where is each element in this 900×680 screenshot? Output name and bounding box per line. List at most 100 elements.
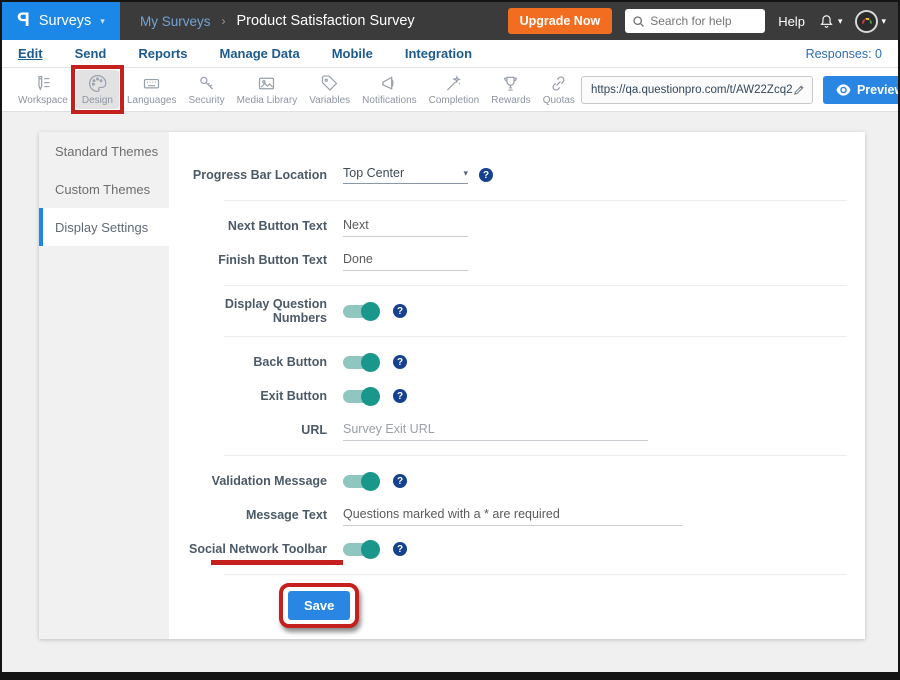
toolbar-label: Completion: [429, 95, 480, 106]
save-button[interactable]: Save: [288, 591, 350, 620]
nav-items: Edit Send Reports Manage Data Mobile Int…: [18, 46, 472, 61]
toolbar-item-quotas[interactable]: Quotas: [537, 70, 581, 109]
sidebar-item-standard-themes[interactable]: Standard Themes: [39, 132, 169, 170]
eye-icon: [836, 84, 851, 96]
themes-sidebar: Standard Themes Custom Themes Display Se…: [39, 132, 169, 639]
chevron-down-icon: ▾: [463, 169, 468, 178]
page-title: Product Satisfaction Survey: [237, 13, 415, 29]
exit-url-row: URL: [169, 413, 847, 447]
help-icon[interactable]: ?: [479, 168, 493, 182]
nav-tab-edit[interactable]: Edit: [18, 46, 43, 61]
app-menu-label: Surveys: [39, 13, 91, 29]
link-icon: [548, 73, 569, 94]
display-question-numbers-toggle[interactable]: [343, 305, 377, 318]
help-icon[interactable]: ?: [393, 355, 407, 369]
field-label: Display Question Numbers: [169, 297, 327, 325]
toolbar-label: Workspace: [18, 95, 68, 106]
divider: [224, 285, 847, 286]
help-icon[interactable]: ?: [393, 304, 407, 318]
field-label: Social Network Toolbar: [169, 542, 327, 556]
back-button-row: Back Button ?: [169, 345, 847, 379]
progress-bar-location-row: Progress Bar Location Top Center ▾ ?: [169, 158, 847, 192]
field-label: Progress Bar Location: [169, 168, 327, 182]
nav-tab-reports[interactable]: Reports: [138, 46, 187, 61]
tag-icon: [319, 73, 340, 94]
help-icon[interactable]: ?: [393, 542, 407, 556]
next-button-text-input[interactable]: [343, 216, 468, 237]
design-annotation-wrap: Design: [76, 70, 119, 109]
toolbar-label: Variables: [309, 95, 350, 106]
preview-button[interactable]: Preview: [823, 76, 900, 104]
annotation-red-underline: [211, 560, 343, 565]
help-icon[interactable]: ?: [393, 389, 407, 403]
breadcrumb-my-surveys[interactable]: My Surveys: [140, 14, 211, 29]
field-label: Finish Button Text: [169, 253, 327, 267]
selected-value: Top Center: [343, 166, 404, 180]
toolbar-item-security[interactable]: Security: [182, 70, 230, 109]
progress-bar-location-select[interactable]: Top Center ▾: [343, 166, 468, 184]
surveys-app-menu[interactable]: P Surveys ▾: [2, 2, 120, 40]
workspace-icon: [32, 73, 53, 94]
edit-url-button[interactable]: [792, 83, 806, 97]
divider: [224, 574, 847, 575]
social-network-toolbar-toggle[interactable]: [343, 543, 377, 556]
toolbar-label: Notifications: [362, 95, 416, 106]
field-label: Next Button Text: [169, 219, 327, 233]
trophy-icon: [500, 73, 521, 94]
toolbar-item-completion[interactable]: Completion: [423, 70, 486, 109]
palette-icon: [87, 73, 108, 94]
exit-button-row: Exit Button ?: [169, 379, 847, 413]
nav-tab-manage-data[interactable]: Manage Data: [219, 46, 299, 61]
chevron-down-icon: ▾: [838, 17, 843, 26]
sidebar-item-custom-themes[interactable]: Custom Themes: [39, 170, 169, 208]
toolbar-label: Design: [82, 95, 113, 106]
message-text-input[interactable]: [343, 505, 683, 526]
pencil-icon: [792, 83, 806, 97]
toolbar-item-variables[interactable]: Variables: [303, 70, 356, 109]
header-actions: Upgrade Now Help ▾ ▾: [508, 8, 898, 34]
toolbar-item-notifications[interactable]: Notifications: [356, 70, 422, 109]
exit-button-toggle[interactable]: [343, 390, 377, 403]
avatar: [855, 10, 878, 33]
notifications-menu[interactable]: ▾: [818, 13, 843, 30]
search-input[interactable]: [650, 14, 755, 28]
field-label: Exit Button: [169, 389, 327, 403]
nav-tab-send[interactable]: Send: [75, 46, 107, 61]
bell-icon: [818, 13, 835, 30]
save-row: Save: [169, 583, 847, 628]
validation-message-toggle[interactable]: [343, 475, 377, 488]
divider: [224, 200, 847, 201]
preview-label: Preview: [857, 83, 900, 97]
sidebar-item-display-settings[interactable]: Display Settings: [39, 208, 169, 246]
account-menu[interactable]: ▾: [855, 10, 886, 33]
toolbar-item-workspace[interactable]: Workspace: [12, 70, 74, 109]
questionpro-logo: P: [17, 10, 30, 32]
responses-count[interactable]: Responses: 0: [806, 47, 882, 61]
help-icon[interactable]: ?: [393, 474, 407, 488]
back-button-toggle[interactable]: [343, 356, 377, 369]
help-search-box[interactable]: [625, 9, 765, 33]
toolbar-label: Media Library: [237, 95, 298, 106]
finish-button-text-input[interactable]: [343, 250, 468, 271]
nav-tab-integration[interactable]: Integration: [405, 46, 472, 61]
upgrade-now-button[interactable]: Upgrade Now: [508, 8, 613, 34]
divider: [224, 455, 847, 456]
field-label: Validation Message: [169, 474, 327, 488]
field-label: Back Button: [169, 355, 327, 369]
nav-tab-mobile[interactable]: Mobile: [332, 46, 373, 61]
toolbar-item-media-library[interactable]: Media Library: [231, 70, 304, 109]
gauge-icon: [860, 14, 874, 28]
wand-icon: [443, 73, 464, 94]
chevron-down-icon: ▾: [881, 17, 886, 26]
help-link[interactable]: Help: [778, 14, 805, 29]
survey-url-input[interactable]: [591, 84, 792, 96]
toolbar-item-design[interactable]: Design: [76, 70, 119, 109]
display-settings-form: Progress Bar Location Top Center ▾ ? Nex…: [169, 132, 865, 639]
toolbar-item-rewards[interactable]: Rewards: [485, 70, 536, 109]
survey-nav: Edit Send Reports Manage Data Mobile Int…: [2, 40, 898, 68]
next-button-text-row: Next Button Text: [169, 209, 847, 243]
app-window: P Surveys ▾ My Surveys › Product Satisfa…: [0, 0, 900, 680]
keyboard-icon: [141, 73, 162, 94]
toolbar-item-languages[interactable]: Languages: [121, 70, 183, 109]
exit-url-input[interactable]: [343, 420, 648, 441]
